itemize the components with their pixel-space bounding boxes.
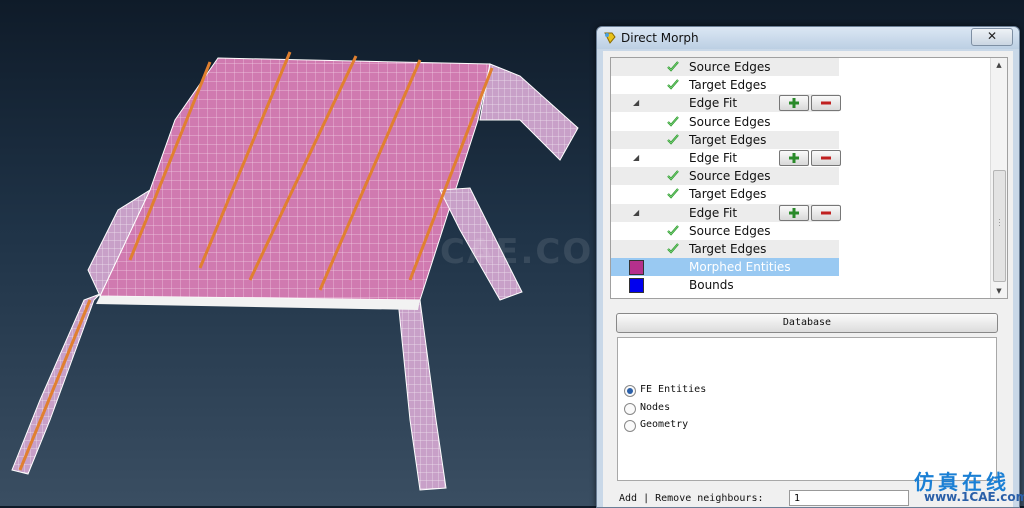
close-button[interactable]: ✕ xyxy=(971,28,1013,46)
add-edge-button[interactable] xyxy=(779,150,809,166)
dialog-body: ▲ · · · ▼ Source Edges Target Edges ◢ Edge Fi… xyxy=(603,51,1013,507)
scroll-down-icon[interactable]: ▼ xyxy=(991,284,1007,298)
expand-arrow-icon[interactable]: ◢ xyxy=(633,98,639,107)
radio-option[interactable]: Geometry xyxy=(624,419,824,433)
checkmark-icon xyxy=(667,78,679,90)
tree-row-label: Edge Fit xyxy=(689,96,738,111)
plus-icon xyxy=(789,98,799,109)
radio-option[interactable]: Nodes xyxy=(624,402,824,416)
minus-icon xyxy=(821,211,831,215)
plus-icon xyxy=(789,207,799,218)
tree-row[interactable]: Source Edges xyxy=(611,167,839,186)
checkmark-icon xyxy=(667,133,679,145)
expand-arrow-icon[interactable]: ◢ xyxy=(633,208,639,217)
plus-icon xyxy=(789,153,799,163)
database-button[interactable]: Database xyxy=(616,313,998,333)
scroll-up-icon[interactable]: ▲ xyxy=(991,58,1007,72)
tree-row-label: Source Edges xyxy=(689,223,771,238)
tree-row-label: Morphed Entities xyxy=(689,260,791,275)
tree-scrollbar[interactable]: ▲ · · · ▼ xyxy=(990,58,1007,298)
tree-row[interactable]: Source Edges xyxy=(611,222,839,240)
checkmark-icon xyxy=(667,115,679,127)
neighbours-input[interactable]: 1 xyxy=(789,490,909,506)
dialog-title: Direct Morph xyxy=(621,31,699,45)
rear-header xyxy=(479,63,579,161)
entity-options-panel: FE Entities Nodes Geometry xyxy=(617,337,997,481)
color-swatch[interactable] xyxy=(629,260,644,276)
checkmark-icon xyxy=(667,242,679,254)
minus-icon xyxy=(821,101,831,105)
tree-row-label: Edge Fit xyxy=(689,151,738,165)
tree-row-label: Source Edges xyxy=(689,169,771,184)
roof-panel xyxy=(99,57,491,301)
checkmark-icon xyxy=(667,187,679,199)
radio-label: FE Entities xyxy=(640,384,707,395)
add-edge-button[interactable] xyxy=(779,204,809,221)
tree-row-label: Target Edges xyxy=(689,242,767,256)
tree-row-label: Bounds xyxy=(689,278,734,293)
tree-row-label: Target Edges xyxy=(689,78,767,93)
radio-button[interactable] xyxy=(624,402,636,415)
remove-edge-button[interactable] xyxy=(811,150,841,166)
tree-row[interactable]: Morphed Entities xyxy=(611,258,839,277)
tree-row-label: Edge Fit xyxy=(689,205,738,220)
tree-row-label: Source Edges xyxy=(689,60,771,74)
radio-button[interactable] xyxy=(624,385,636,397)
tree-row[interactable]: Bounds xyxy=(611,276,839,294)
scroll-thumb[interactable]: · · · xyxy=(993,170,1006,282)
radio-label: Geometry xyxy=(640,419,689,430)
remove-edge-button[interactable] xyxy=(811,204,841,221)
morph-tree[interactable]: ▲ · · · ▼ Source Edges Target Edges ◢ Edge Fi… xyxy=(610,57,1008,299)
color-swatch[interactable] xyxy=(629,278,644,294)
tree-row-label: Target Edges xyxy=(689,132,767,147)
radio-option[interactable]: FE Entities xyxy=(624,384,824,398)
site-brand: 仿真在线 www.1CAE.com xyxy=(910,466,1024,504)
radio-button[interactable] xyxy=(624,420,636,432)
tree-row[interactable]: Target Edges xyxy=(611,240,839,258)
tree-row-edge-fit[interactable]: ◢ Edge Fit xyxy=(611,203,841,222)
tree-row-edge-fit[interactable]: ◢ Edge Fit xyxy=(611,94,841,113)
tree-row-label: Target Edges xyxy=(689,187,767,202)
tree-row-label: Source Edges xyxy=(689,114,771,129)
brand-url: www.1CAE.com xyxy=(924,490,1024,504)
direct-morph-dialog: Direct Morph ✕ ▲ · · · ▼ Source Edges Targe… xyxy=(596,26,1020,508)
tree-row-edge-fit[interactable]: ◢ Edge Fit xyxy=(611,149,841,167)
tree-row[interactable]: Source Edges xyxy=(611,113,839,131)
morph-app-icon xyxy=(604,32,616,44)
checkmark-icon xyxy=(667,169,679,181)
minus-icon xyxy=(821,156,831,160)
checkmark-icon xyxy=(667,60,679,72)
radio-label: Nodes xyxy=(640,401,671,413)
tree-row[interactable]: Target Edges xyxy=(611,185,839,203)
expand-arrow-icon[interactable]: ◢ xyxy=(633,153,639,162)
tree-row[interactable]: Target Edges xyxy=(611,76,839,94)
tree-row[interactable]: Target Edges xyxy=(611,130,839,149)
add-edge-button[interactable] xyxy=(779,95,809,112)
remove-edge-button[interactable] xyxy=(811,95,841,112)
tree-row[interactable]: Source Edges xyxy=(611,58,839,76)
dialog-titlebar[interactable]: Direct Morph ✕ xyxy=(597,27,1019,49)
neighbours-label: Add | Remove neighbours: xyxy=(619,493,764,504)
a-pillar-right xyxy=(397,299,447,491)
checkmark-icon xyxy=(667,224,679,236)
